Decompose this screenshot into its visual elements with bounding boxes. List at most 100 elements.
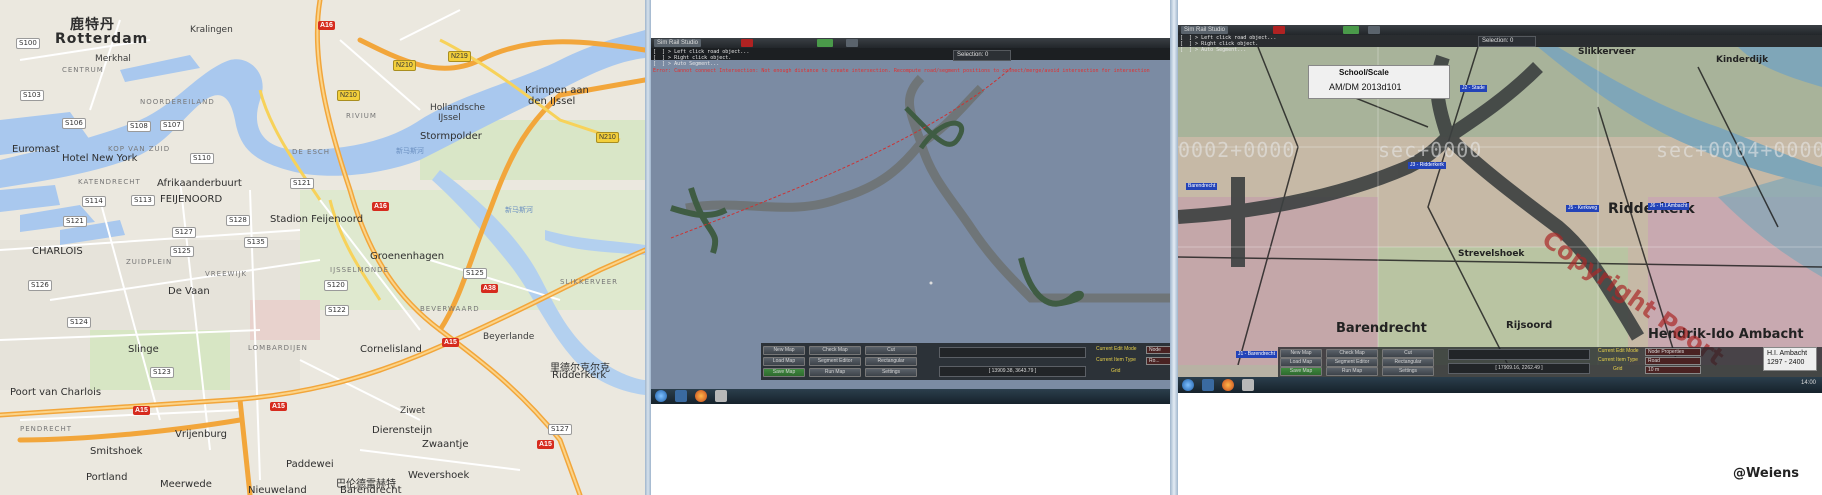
author-watermark: @Weiens: [1733, 466, 1799, 481]
road-number: S122: [325, 305, 349, 316]
junction-label[interactable]: J6 - H.I.Ambacht: [1648, 203, 1690, 210]
place-label: Hollandsche: [430, 103, 486, 113]
grid-label: Grid: [1613, 366, 1623, 372]
district-label: IJSSELMONDE: [330, 266, 389, 274]
start-icon[interactable]: [1182, 379, 1194, 391]
item-type-dropdown[interactable]: Road: [1645, 357, 1701, 365]
map-panel[interactable]: 鹿特丹 Rotterdam Kralingen Merkhal CENTRUM …: [0, 0, 645, 495]
segment-editor-button[interactable]: Segment Editor: [809, 357, 861, 366]
coordinate-readout: [ 17909.16, 2262.49 ]: [1448, 363, 1590, 374]
highway-shield: A38: [481, 284, 498, 293]
load-map-button[interactable]: Load Map: [763, 357, 805, 366]
highway-shield: A16: [318, 21, 335, 30]
place-label: Strevelshoek: [1458, 249, 1525, 259]
road-shield: N210: [393, 60, 416, 71]
road-number: S106: [62, 118, 86, 129]
junction-label[interactable]: J3 - Ridderkerk: [1408, 162, 1446, 169]
district-label: CHARLOIS: [32, 246, 83, 257]
legend-title: School/Scale: [1339, 68, 1389, 77]
edit-mode-dropdown[interactable]: Node Pr...: [1146, 346, 1170, 354]
road-number: S127: [172, 227, 196, 238]
firefox-icon[interactable]: [1222, 379, 1234, 391]
map-overlay-view[interactable]: [1178, 47, 1822, 365]
explorer-icon[interactable]: [1202, 379, 1214, 391]
explorer-icon[interactable]: [675, 390, 687, 402]
window-tab[interactable]: [1368, 26, 1380, 34]
grid-dropdown[interactable]: 10 m: [1645, 366, 1701, 374]
coordinate-field: [1448, 349, 1590, 360]
editor-window-1[interactable]: Sim Rail Studio Selection: 0 [ ] > Left …: [651, 38, 1170, 404]
grid-coordinate-label: sec+0000: [1378, 138, 1483, 162]
settings-button[interactable]: Settings: [1382, 367, 1434, 376]
road-number: S114: [82, 196, 106, 207]
edit-mode-dropdown[interactable]: Node Properties: [1645, 348, 1701, 356]
place-label: IJssel: [438, 113, 461, 123]
cut-button[interactable]: Cut: [865, 346, 917, 355]
corner-info-box: H.I. Ambacht 1297 - 2400: [1763, 347, 1817, 371]
road-number: S107: [160, 120, 184, 131]
settings-button[interactable]: Settings: [865, 368, 917, 377]
cut-button[interactable]: Cut: [1382, 349, 1434, 358]
place-label: Poort van Charlois: [10, 387, 102, 398]
junction-label[interactable]: J1 - Barendrecht: [1236, 351, 1277, 358]
app-icon[interactable]: [715, 390, 727, 402]
new-map-button[interactable]: New Map: [763, 346, 805, 355]
run-map-button[interactable]: Run Map: [809, 368, 861, 377]
console-output: [ ] > Left click road object...[ ] > Rig…: [1180, 35, 1277, 53]
place-label: Krimpen aan: [525, 85, 589, 96]
district-label: KATENDRECHT: [78, 178, 141, 186]
junction-label[interactable]: Barendrecht: [1186, 183, 1218, 190]
load-map-button[interactable]: Load Map: [1280, 358, 1322, 367]
grid-coordinate-label: sec+0004+0000: [1656, 138, 1822, 162]
editor-window-2[interactable]: Sim Rail Studio Selection: 0 [ ] > Left: [1178, 25, 1822, 393]
close-icon[interactable]: [1273, 26, 1285, 34]
save-map-button[interactable]: Save Map: [1280, 367, 1322, 376]
place-label: Barendrecht: [1336, 321, 1427, 336]
control-panel: New Map Check Map Cut Load Map Segment E…: [761, 343, 1170, 380]
start-icon[interactable]: [655, 390, 667, 402]
road-number: S127: [548, 424, 572, 435]
title-bar[interactable]: Sim Rail Studio: [1178, 25, 1822, 35]
segment-editor-button[interactable]: Segment Editor: [1326, 358, 1378, 367]
edit-mode-label: Current Edit Mode: [1598, 348, 1639, 354]
road-number: S135: [244, 237, 268, 248]
road-number: S126: [28, 280, 52, 291]
place-label: Barendrecht: [340, 485, 402, 495]
place-label: Cornelisland: [360, 344, 422, 355]
place-label: Portland: [86, 472, 128, 483]
highway-shield: A15: [442, 338, 459, 347]
rectangular-button[interactable]: Rectangular: [1382, 358, 1434, 367]
district-label: FEIJENOORD: [160, 194, 223, 205]
new-map-button[interactable]: New Map: [1280, 349, 1322, 358]
save-map-button[interactable]: Save Map: [763, 368, 805, 377]
place-label: den IJssel: [528, 96, 576, 107]
place-label: Paddewei: [286, 459, 334, 470]
place-label: Stadion Feijenoord: [270, 214, 364, 225]
junction-label[interactable]: J5 - Kerkweg: [1566, 205, 1600, 212]
window-tab[interactable]: [1343, 26, 1359, 34]
taskbar: [651, 389, 1170, 404]
road-number: S121: [290, 178, 314, 189]
road-number: S125: [463, 268, 487, 279]
grid-coordinate-label: 0002+0000: [1178, 138, 1296, 162]
district-label: RIVIUM: [346, 112, 377, 120]
road-number: S125: [170, 246, 194, 257]
road-shield: N210: [337, 90, 360, 101]
road-shield: N210: [596, 132, 619, 143]
firefox-icon[interactable]: [695, 390, 707, 402]
check-map-button[interactable]: Check Map: [1326, 349, 1378, 358]
district-label: BEVERWAARD: [420, 305, 480, 313]
window-separator[interactable]: [1170, 0, 1178, 495]
road-number: S123: [150, 367, 174, 378]
app-icon[interactable]: [1242, 379, 1254, 391]
selection-box[interactable]: Selection: 0: [1478, 36, 1536, 47]
junction-label[interactable]: J2 - Stade: [1460, 85, 1487, 92]
place-label: Slikkerveer: [1578, 47, 1636, 57]
rectangular-button[interactable]: Rectangular: [865, 357, 917, 366]
map-legend: School/Scale AM/DM 2013d101: [1308, 65, 1450, 99]
run-map-button[interactable]: Run Map: [1326, 367, 1378, 376]
item-type-dropdown[interactable]: Ro...: [1146, 357, 1170, 365]
place-label: Zwaantje: [422, 439, 469, 450]
check-map-button[interactable]: Check Map: [809, 346, 861, 355]
place-label: Dierensteijn: [372, 425, 433, 436]
